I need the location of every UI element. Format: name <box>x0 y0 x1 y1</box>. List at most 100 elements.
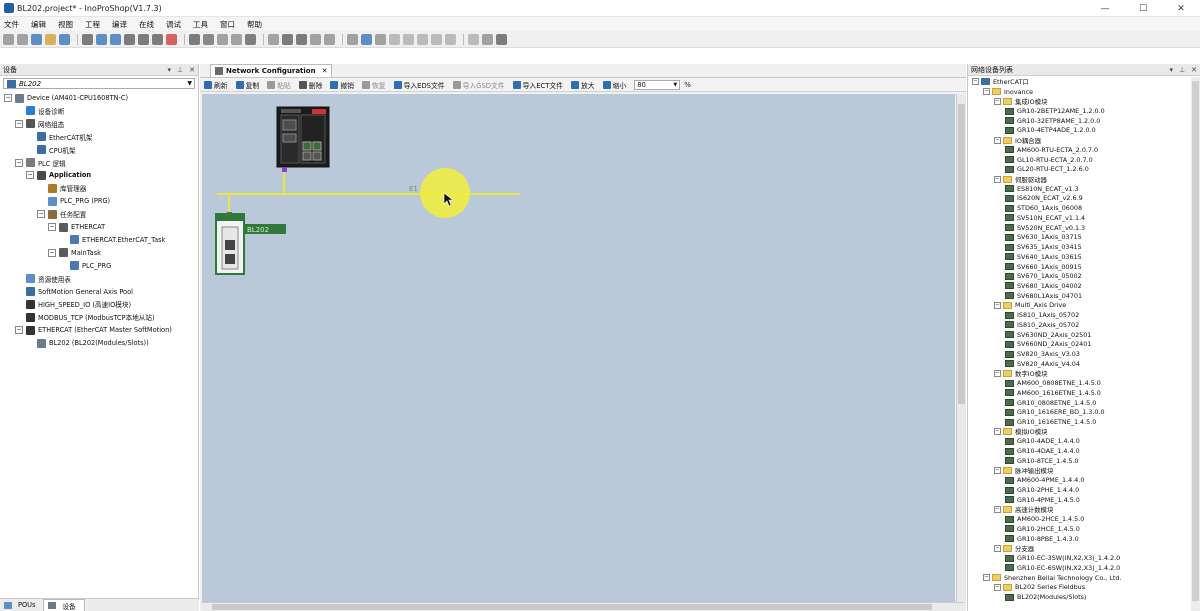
catalog-folder[interactable]: − 伺服驱动器 <box>994 174 1047 184</box>
catalog-folder[interactable]: − 集成IO模块 <box>994 96 1047 106</box>
device-tree-item[interactable]: HIGH_SPEED_IO (高速IO模块) <box>15 298 131 310</box>
menu-item-6[interactable]: 调试 <box>166 19 181 30</box>
catalog-folder[interactable]: − 数字IO模块 <box>994 369 1047 379</box>
catalog-device-item[interactable]: SV820_4Axis_V4.04 <box>1005 359 1080 369</box>
menu-item-7[interactable]: 工具 <box>193 19 208 30</box>
panel-dropdown-icon[interactable]: ▾ <box>168 66 172 74</box>
catalog-device-item[interactable]: GR10-4ETP4ADE_1.2.0.0 <box>1005 126 1096 136</box>
menu-item-9[interactable]: 帮助 <box>247 19 262 30</box>
catalog-device-item[interactable]: SV680_1Axis_04002 <box>1005 281 1082 291</box>
toolbar-button-icon[interactable] <box>296 33 307 45</box>
delete-button[interactable]: 删除 <box>298 80 322 90</box>
panel-pin-icon[interactable]: ⊥ <box>177 66 183 74</box>
collapse-toggle-icon[interactable]: − <box>48 223 56 231</box>
toolbar-button-icon[interactable] <box>417 33 428 45</box>
toolbar-button-icon[interactable] <box>231 33 242 45</box>
toolbar-button-icon[interactable] <box>375 33 386 45</box>
toolbar-button-icon[interactable] <box>496 33 507 45</box>
catalog-device-item[interactable]: GR10-32ETP8AME_1.2.0.0 <box>1005 116 1100 126</box>
refresh-button[interactable]: 刷新 <box>204 80 228 90</box>
catalog-device-item[interactable]: GL10-RTU-ECTA_2.0.7.0 <box>1005 155 1093 165</box>
bl202-slave-device[interactable]: BL202 <box>215 213 286 275</box>
catalog-device-item[interactable]: GR10-8PBE_1.4.3.0 <box>1005 534 1079 544</box>
collapse-toggle-icon[interactable]: − <box>15 326 23 335</box>
toolbar-button-icon[interactable] <box>245 33 256 45</box>
panel-close-icon[interactable]: ✕ <box>1191 66 1197 74</box>
catalog-folder[interactable]: − IO耦合器 <box>994 135 1041 145</box>
menu-item-0[interactable]: 文件 <box>4 19 19 30</box>
catalog-device-item[interactable]: IS810_1Axis_05702 <box>1005 310 1079 320</box>
toolbar-button-icon[interactable] <box>347 33 358 45</box>
collapse-toggle-icon[interactable]: − <box>994 175 1001 183</box>
collapse-toggle-icon[interactable]: − <box>994 301 1001 309</box>
catalog-device-item[interactable]: GR10_0808ETNE_1.4.5.0 <box>1005 398 1096 408</box>
device-tree-item[interactable]: − 网络组态 <box>15 118 64 130</box>
close-tab-icon[interactable]: ✕ <box>322 67 328 75</box>
device-tree-item[interactable]: − 任务配置 <box>37 208 86 220</box>
catalog-folder[interactable]: − EtherCAT口 <box>972 77 1029 87</box>
toolbar-button-icon[interactable] <box>59 33 70 45</box>
zoom-out-button[interactable]: 缩小 <box>602 80 626 90</box>
device-tree-item[interactable]: − PLC 逻辑 <box>15 157 66 169</box>
collapse-toggle-icon[interactable]: − <box>48 248 56 257</box>
panel-dropdown-icon[interactable]: ▾ <box>1170 66 1174 74</box>
catalog-device-item[interactable]: GR10-4DAE_1.4.4.0 <box>1005 446 1080 456</box>
canvas-vertical-scrollbar[interactable] <box>956 94 966 602</box>
panel-close-icon[interactable]: ✕ <box>189 66 195 74</box>
collapse-toggle-icon[interactable]: − <box>994 97 1001 105</box>
catalog-folder[interactable]: − Shenzhen Beilai Technology Co., Ltd. <box>983 573 1121 583</box>
network-canvas[interactable]: E1 BL202 <box>202 94 955 602</box>
device-tree-item[interactable]: CPU机架 <box>26 144 76 156</box>
device-tree-item[interactable]: BL202 (BL202(Modules/Slots)) <box>26 337 149 349</box>
collapse-toggle-icon[interactable]: − <box>983 574 990 582</box>
catalog-device-item[interactable]: SV510N_ECAT_v1.1.4 <box>1005 213 1085 223</box>
copy-button[interactable]: 复制 <box>235 80 259 90</box>
chevron-down-icon[interactable]: ▼ <box>673 82 677 88</box>
catalog-device-item[interactable]: GR10_1616ERE_BD_1.3.0.0 <box>1005 407 1105 417</box>
catalog-folder[interactable]: − 分支器 <box>994 544 1034 554</box>
toolbar-button-icon[interactable] <box>403 33 414 45</box>
menu-item-3[interactable]: 工程 <box>85 19 100 30</box>
toolbar-button-icon[interactable] <box>268 33 279 45</box>
catalog-device-item[interactable]: SV820_3Axis_V3.03 <box>1005 349 1080 359</box>
catalog-device-item[interactable]: GL20-RTU-ECT_1.2.6.0 <box>1005 164 1089 174</box>
toolbar-button-icon[interactable] <box>138 33 149 45</box>
device-tree-item[interactable]: − Device (AM401-CPU1608TN-C) <box>4 92 128 104</box>
device-tree-item[interactable]: 库管理器 <box>37 182 86 194</box>
catalog-device-item[interactable]: SV670_1Axis_05002 <box>1005 271 1082 281</box>
catalog-folder[interactable]: − Inovance <box>983 87 1033 97</box>
toolbar-button-icon[interactable] <box>203 33 214 45</box>
maximize-icon[interactable]: ☐ <box>1124 0 1162 17</box>
catalog-folder[interactable]: − Multi_Axis Drive <box>994 301 1066 311</box>
minimize-icon[interactable]: — <box>1086 0 1124 17</box>
toolbar-button-icon[interactable] <box>166 33 177 45</box>
catalog-device-item[interactable]: GR10-EC-3SW(IN,X2,X3)_1.4.2.0 <box>1005 553 1120 563</box>
device-tree-item[interactable]: − ETHERCAT <box>48 221 105 233</box>
toolbar-button-icon[interactable] <box>445 33 456 45</box>
device-tree-item[interactable]: PLC_PRG <box>59 260 111 272</box>
toolbar-button-icon[interactable] <box>124 33 135 45</box>
toolbar-button-icon[interactable] <box>217 33 228 45</box>
catalog-folder[interactable]: − 脉冲输出模块 <box>994 466 1053 476</box>
catalog-folder[interactable]: − 高速计数模块 <box>994 505 1053 515</box>
catalog-device-item[interactable]: SV680L1Axis_04701 <box>1005 291 1082 301</box>
catalog-folder[interactable]: − 模拟IO模块 <box>994 427 1047 437</box>
toolbar-button-icon[interactable] <box>468 33 479 45</box>
catalog-device-item[interactable]: AM600-2HCE_1.4.5.0 <box>1005 514 1084 524</box>
toolbar-button-icon[interactable] <box>361 33 372 45</box>
toolbar-button-icon[interactable] <box>431 33 442 45</box>
catalog-folder[interactable]: − BL202 Series Fieldbus <box>994 582 1085 592</box>
toolbar-button-icon[interactable] <box>31 33 42 45</box>
catalog-device-item[interactable]: AM600_1616ETNE_1.4.5.0 <box>1005 388 1101 398</box>
zoom-level-combo[interactable]: 80 ▼ <box>634 79 681 90</box>
toolbar-button-icon[interactable] <box>152 33 163 45</box>
device-tree-item[interactable]: − Application <box>26 169 91 181</box>
zoom-in-button[interactable]: 放大 <box>571 80 595 90</box>
toolbar-button-icon[interactable] <box>3 33 14 45</box>
import-eds-button[interactable]: 导入EDS文件 <box>393 80 445 90</box>
toolbar-button-icon[interactable] <box>189 33 200 45</box>
catalog-device-item[interactable]: SV635_1Axis_03415 <box>1005 242 1082 252</box>
catalog-device-item[interactable]: STD60_1Axis_06008 <box>1005 203 1082 213</box>
toolbar-button-icon[interactable] <box>324 33 335 45</box>
catalog-device-item[interactable]: AM600_0808ETNE_1.4.5.0 <box>1005 378 1101 388</box>
